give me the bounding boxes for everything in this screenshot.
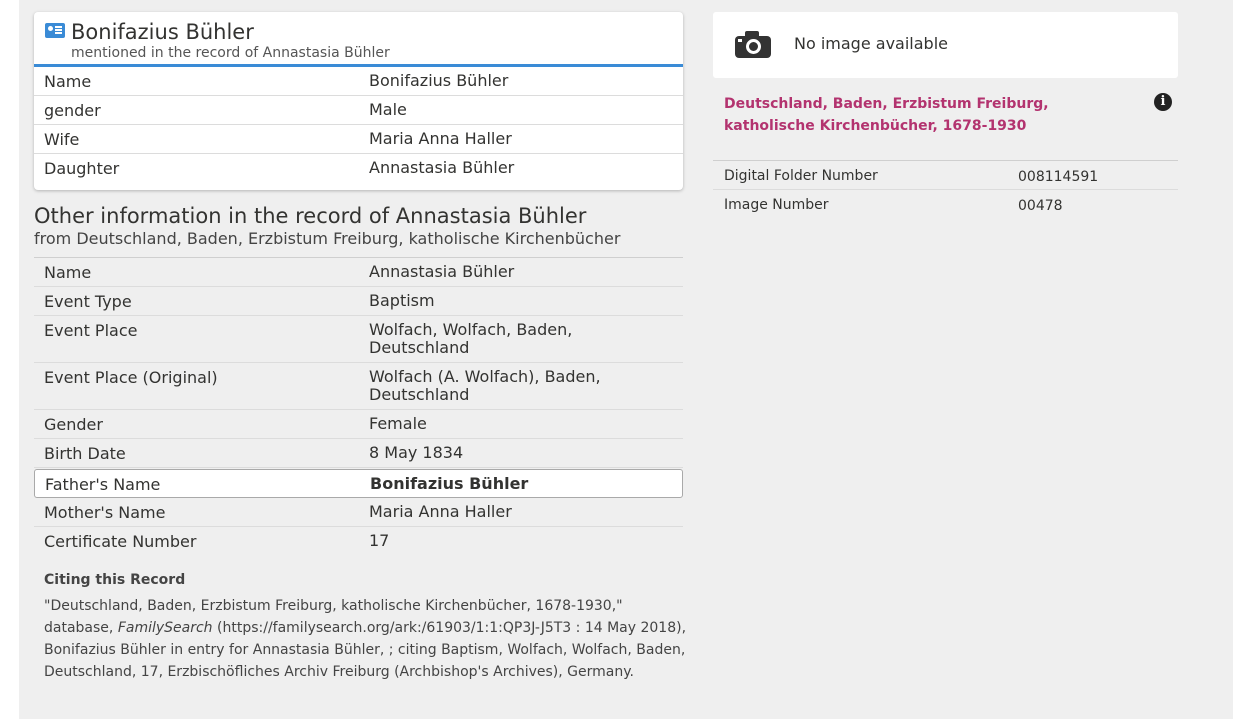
row-value: Bonifazius Bühler	[369, 71, 509, 90]
table-row: Name Annastasia Bühler	[34, 258, 683, 287]
person-row-gender: gender Male	[34, 96, 683, 125]
other-info-table: Name Annastasia Bühler Event Type Baptis…	[34, 257, 683, 556]
citing-text-emphasis: FamilySearch	[117, 620, 213, 636]
person-row-name: Name Bonifazius Bühler	[34, 67, 683, 96]
other-info-title: Other information in the record of Annas…	[34, 204, 587, 228]
person-card-header: Bonifazius Bühler mentioned in the recor…	[34, 12, 683, 67]
table-row: Event Place (Original) Wolfach (A. Wolfa…	[34, 363, 683, 410]
row-label: Event Type	[44, 292, 132, 311]
person-card-icon	[45, 23, 65, 38]
table-row: Digital Folder Number 008114591	[713, 161, 1178, 190]
row-label: Event Place	[44, 321, 138, 340]
row-label: Gender	[44, 415, 103, 434]
person-name: Bonifazius Bühler	[71, 20, 254, 44]
person-row-wife: Wife Maria Anna Haller	[34, 125, 683, 154]
row-value: Male	[369, 100, 407, 119]
row-value: Female	[369, 414, 427, 433]
camera-icon	[735, 30, 771, 58]
row-label: Name	[44, 263, 92, 282]
row-value: Wolfach, Wolfach, Baden, Deutschland	[369, 320, 573, 357]
table-row: Image Number 00478	[713, 190, 1178, 219]
row-label: Wife	[44, 130, 80, 149]
row-label: Digital Folder Number	[724, 168, 878, 184]
row-label: Image Number	[724, 197, 829, 213]
row-label: Daughter	[44, 159, 120, 178]
other-info-subtitle: from Deutschland, Baden, Erzbistum Freib…	[34, 229, 621, 248]
principal-name-link[interactable]: Annastasia Bühler	[369, 263, 649, 281]
daughter-link[interactable]: Annastasia Bühler	[369, 159, 649, 177]
mother-name-link[interactable]: Maria Anna Haller	[369, 503, 649, 521]
row-label: gender	[44, 101, 101, 120]
table-row: Event Type Baptism	[34, 287, 683, 316]
row-value: Baptism	[369, 291, 435, 310]
table-row: Event Place Wolfach, Wolfach, Baden, Deu…	[34, 316, 683, 363]
row-label: Birth Date	[44, 444, 126, 463]
table-row: Birth Date 8 May 1834	[34, 439, 683, 468]
row-value: Wolfach (A. Wolfach), Baden, Deutschland	[369, 367, 601, 404]
row-label: Mother's Name	[44, 503, 166, 522]
image-meta-table: Digital Folder Number 008114591 Image Nu…	[713, 160, 1178, 219]
row-label: Event Place (Original)	[44, 368, 218, 387]
collection-title-link[interactable]: Deutschland, Baden, Erzbistum Freiburg, …	[724, 93, 1084, 137]
row-value: 008114591	[1018, 169, 1099, 185]
image-panel: No image available	[713, 12, 1178, 78]
no-image-text: No image available	[794, 34, 948, 53]
citing-heading: Citing this Record	[44, 572, 186, 588]
row-value: 00478	[1018, 198, 1063, 214]
table-row-highlighted: Father's Name Bonifazius Bühler	[34, 469, 683, 498]
person-subtitle: mentioned in the record of Annastasia Bü…	[71, 45, 390, 61]
citing-text: "Deutschland, Baden, Erzbistum Freiburg,…	[44, 595, 694, 683]
person-card: Bonifazius Bühler mentioned in the recor…	[34, 12, 683, 190]
row-value: 8 May 1834	[369, 443, 464, 462]
table-row: Certificate Number 17	[34, 527, 683, 556]
wife-link[interactable]: Maria Anna Haller	[369, 130, 649, 148]
row-label: Name	[44, 72, 92, 91]
row-label: Father's Name	[45, 475, 161, 494]
table-row: Gender Female	[34, 410, 683, 439]
row-value: 17	[369, 531, 390, 550]
info-icon[interactable]: i	[1154, 93, 1172, 111]
row-value: Bonifazius Bühler	[370, 474, 529, 493]
table-row: Mother's Name Maria Anna Haller	[34, 498, 683, 527]
person-row-daughter: Daughter Annastasia Bühler	[34, 154, 683, 183]
row-label: Certificate Number	[44, 532, 197, 551]
